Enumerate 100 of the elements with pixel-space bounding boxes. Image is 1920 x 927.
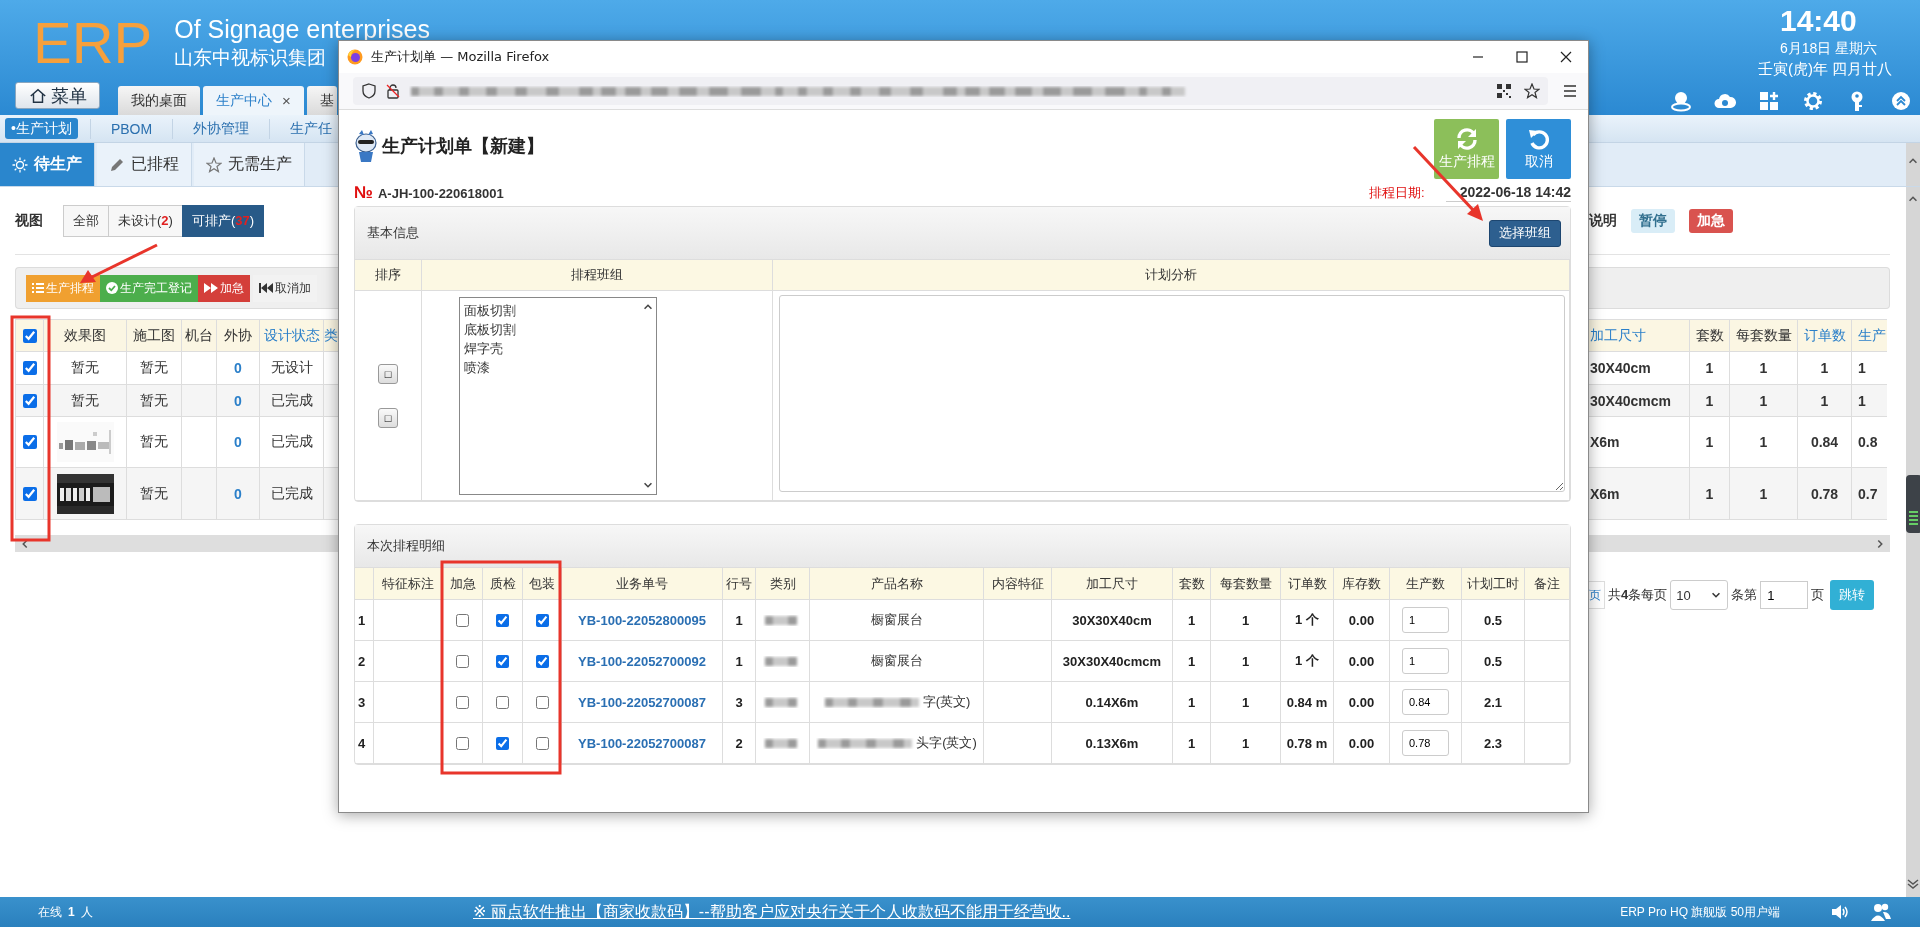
packing-checkbox[interactable] bbox=[535, 695, 549, 709]
order-link[interactable]: YB-100-22052800095 bbox=[578, 612, 706, 628]
address-field[interactable] bbox=[353, 77, 1548, 105]
table-cell: 30X40cmcm bbox=[1589, 385, 1690, 417]
list-item[interactable]: 面板切割 bbox=[464, 300, 516, 320]
nav-item[interactable]: •生产计划 bbox=[5, 118, 78, 139]
close-icon[interactable] bbox=[1560, 51, 1572, 63]
panel-title: 本次排程明细 bbox=[367, 537, 445, 555]
collapse-icon[interactable] bbox=[1890, 90, 1912, 112]
filter-button[interactable]: 全部 bbox=[63, 205, 109, 237]
undo-icon bbox=[1526, 127, 1551, 151]
date-value: 2022-06-18 14:42 bbox=[1445, 184, 1571, 202]
lunar-date: 壬寅(虎)年 四月廿八 bbox=[1758, 59, 1893, 79]
column-header: 每套数量 bbox=[1211, 568, 1281, 600]
column-header[interactable]: 生产 bbox=[1852, 320, 1887, 352]
maximize-icon[interactable] bbox=[1516, 51, 1528, 63]
user-icon[interactable] bbox=[1670, 90, 1692, 112]
urgent-checkbox[interactable] bbox=[456, 613, 469, 627]
order-button[interactable]: □ bbox=[378, 363, 398, 384]
sun-icon bbox=[12, 156, 28, 173]
nav-item[interactable]: PBOM bbox=[89, 118, 173, 139]
home-icon bbox=[28, 86, 47, 105]
legend-badge: 暂停 bbox=[1631, 209, 1675, 233]
column-header: 备注 bbox=[1525, 568, 1570, 600]
packing-checkbox[interactable] bbox=[535, 736, 549, 750]
toolbar-button[interactable]: 加急 bbox=[198, 274, 250, 302]
page-field[interactable]: 1 bbox=[1760, 581, 1809, 609]
column-header: 生产数 bbox=[1390, 568, 1462, 600]
table-cell: 0.00 bbox=[1334, 600, 1390, 641]
column-header: 加急 bbox=[443, 568, 483, 600]
mascot-icon bbox=[354, 129, 378, 163]
table-cell: 1 bbox=[1173, 641, 1211, 682]
urgent-checkbox[interactable] bbox=[456, 654, 469, 668]
menu-icon[interactable] bbox=[1562, 83, 1578, 99]
select-all-checkbox[interactable] bbox=[22, 328, 37, 343]
team-list[interactable]: 面板切割 底板切割 焊字壳 喷漆 bbox=[459, 296, 657, 495]
qr-code-icon[interactable] bbox=[1496, 83, 1512, 99]
inspection-checkbox[interactable] bbox=[496, 736, 509, 750]
table-cell: 0.84 m bbox=[1281, 682, 1334, 723]
view-label: 视图 bbox=[15, 212, 43, 230]
menu-button[interactable]: 菜单 bbox=[15, 82, 100, 109]
order-button[interactable]: □ bbox=[378, 407, 398, 428]
expand-icon[interactable] bbox=[1907, 879, 1919, 889]
packing-checkbox[interactable] bbox=[535, 654, 549, 668]
column-header: 订单数 bbox=[1281, 568, 1334, 600]
column-header: 每套数量 bbox=[1730, 320, 1798, 352]
nav-item[interactable]: 外协管理 bbox=[172, 118, 270, 139]
users-icon[interactable] bbox=[1870, 901, 1892, 923]
column-header[interactable]: 设计状态 bbox=[260, 320, 324, 352]
column-header: 特征标注 bbox=[374, 568, 443, 600]
quantity-field[interactable]: 0.78 bbox=[1402, 730, 1449, 756]
quantity-field[interactable]: 0.84 bbox=[1402, 689, 1449, 715]
inspection-checkbox[interactable] bbox=[496, 613, 509, 627]
list-item[interactable]: 底板切割 bbox=[464, 319, 516, 339]
row-checkbox[interactable] bbox=[22, 393, 37, 408]
order-link[interactable]: YB-100-22052700087 bbox=[578, 694, 706, 710]
order-link[interactable]: YB-100-22052700087 bbox=[578, 735, 706, 751]
list-icon bbox=[32, 282, 44, 294]
tab[interactable]: 基 bbox=[306, 86, 337, 115]
tab[interactable]: 我的桌面 bbox=[118, 86, 200, 115]
column-header: 机台 bbox=[182, 320, 217, 352]
quantity-field[interactable]: 1 bbox=[1402, 607, 1449, 633]
table-cell: 0.14X6m bbox=[1052, 682, 1173, 723]
row-checkbox[interactable] bbox=[22, 486, 37, 501]
settings-icon[interactable] bbox=[1802, 90, 1824, 112]
star-icon[interactable] bbox=[1524, 83, 1540, 99]
row-checkbox[interactable] bbox=[22, 361, 37, 375]
shield-icon bbox=[361, 83, 377, 99]
tab[interactable]: 已排程 bbox=[97, 143, 192, 186]
urgent-checkbox[interactable] bbox=[456, 736, 469, 750]
column-header: 库存数 bbox=[1334, 568, 1390, 600]
list-item[interactable]: 焊字壳 bbox=[464, 338, 503, 358]
filter-button[interactable]: 未设计(2) bbox=[108, 205, 183, 237]
quantity-field[interactable]: 1 bbox=[1402, 648, 1449, 674]
order-link[interactable]: YB-100-22052700092 bbox=[578, 653, 706, 669]
volume-icon[interactable] bbox=[1830, 902, 1850, 922]
row-checkbox[interactable] bbox=[22, 435, 37, 449]
list-item[interactable]: 喷漆 bbox=[464, 357, 490, 377]
table-cell: 0.7 bbox=[1852, 468, 1887, 520]
urgent-checkbox[interactable] bbox=[456, 695, 469, 709]
table-cell: 1 个 bbox=[1281, 641, 1334, 682]
notice-link[interactable]: ※ 丽点软件推出【商家收款码】--帮助客户应对央行关于个人收款码不能用于经营收.. bbox=[473, 901, 1071, 923]
page-size-select[interactable]: 10 bbox=[1670, 580, 1729, 610]
packing-checkbox[interactable] bbox=[535, 613, 549, 627]
row-number: 3 bbox=[355, 682, 374, 723]
inspection-checkbox[interactable] bbox=[496, 695, 509, 709]
inspection-checkbox[interactable] bbox=[496, 654, 509, 668]
side-handle-icon[interactable] bbox=[1906, 475, 1920, 533]
column-header[interactable]: 订单数 bbox=[1798, 320, 1852, 352]
tab[interactable]: 无需生产 bbox=[194, 143, 305, 186]
table-cell: 1 bbox=[1211, 641, 1281, 682]
select-team-button[interactable]: 选择班组 bbox=[1489, 219, 1561, 247]
apps-icon[interactable] bbox=[1758, 90, 1780, 112]
table-cell: 0.00 bbox=[1334, 641, 1390, 682]
tab[interactable]: 生产中心 × bbox=[203, 86, 304, 115]
column-header[interactable]: 加工尺寸 bbox=[1589, 320, 1690, 352]
tab[interactable]: 待生产 bbox=[0, 143, 95, 186]
filter-button[interactable]: 可排产(37) bbox=[181, 205, 265, 237]
edition-label: ERP Pro HQ 旗舰版 50用户端 bbox=[1620, 903, 1780, 921]
column-header: 计划分析 bbox=[773, 260, 1570, 291]
